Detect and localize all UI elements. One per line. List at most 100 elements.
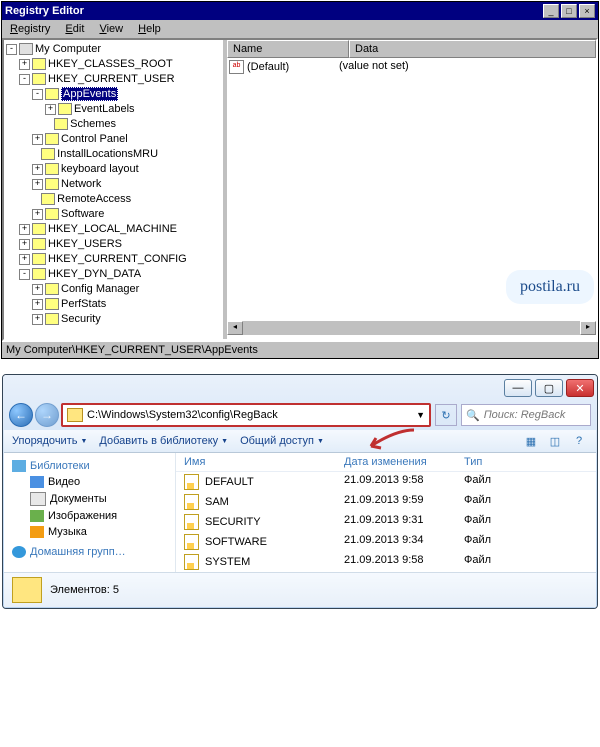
col-date[interactable]: Дата изменения xyxy=(344,456,464,468)
registry-tree[interactable]: -My Computer +HKEY_CLASSES_ROOT -HKEY_CU… xyxy=(4,40,223,339)
menu-edit[interactable]: Edit xyxy=(59,22,90,36)
tree-hklm[interactable]: HKEY_LOCAL_MACHINE xyxy=(48,223,177,235)
col-name[interactable]: Name xyxy=(227,40,349,58)
menu-registry[interactable]: Registry xyxy=(4,22,56,36)
nav-images[interactable]: Изображения xyxy=(12,508,167,524)
folder-icon xyxy=(32,253,46,265)
refresh-button[interactable]: ↻ xyxy=(435,404,457,426)
expand-icon[interactable]: + xyxy=(19,224,30,235)
file-row[interactable]: DEFAULT21.09.2013 9:58Файл xyxy=(176,472,596,492)
expand-icon[interactable]: + xyxy=(32,284,43,295)
collapse-icon[interactable]: - xyxy=(19,269,30,280)
file-icon xyxy=(184,554,199,570)
collapse-icon[interactable]: - xyxy=(19,74,30,85)
expand-icon[interactable]: + xyxy=(32,209,43,220)
expand-icon[interactable]: + xyxy=(19,239,30,250)
file-row[interactable]: SAM21.09.2013 9:59Файл xyxy=(176,492,596,512)
annotation-arrow xyxy=(366,428,416,452)
close-button[interactable]: × xyxy=(579,4,595,18)
file-row[interactable]: SYSTEM21.09.2013 9:58Файл xyxy=(176,552,596,572)
tree-eventlabels[interactable]: EventLabels xyxy=(74,103,135,115)
menu-help[interactable]: Help xyxy=(132,22,167,36)
nav-homegroup[interactable]: Домашняя групп… xyxy=(12,544,167,560)
minimize-button[interactable]: — xyxy=(504,379,532,397)
tree-root[interactable]: My Computer xyxy=(35,43,101,55)
search-box[interactable]: 🔍Поиск: RegBack xyxy=(461,404,591,426)
homegroup-icon xyxy=(12,546,26,558)
value-row[interactable]: ab(Default) (value not set) xyxy=(229,60,594,74)
nav-libraries[interactable]: Библиотеки xyxy=(12,458,167,474)
scroll-track[interactable] xyxy=(243,321,580,335)
folder-icon xyxy=(45,313,59,325)
file-row[interactable]: SECURITY21.09.2013 9:31Файл xyxy=(176,512,596,532)
col-type[interactable]: Тип xyxy=(464,456,596,468)
tree-hkdd[interactable]: HKEY_DYN_DATA xyxy=(48,268,141,280)
organize-button[interactable]: Упорядочить▼ xyxy=(12,435,87,447)
expand-icon[interactable]: + xyxy=(32,179,43,190)
dropdown-icon[interactable]: ▼ xyxy=(416,410,425,420)
nav-documents[interactable]: Документы xyxy=(12,490,167,508)
file-row[interactable]: SOFTWARE21.09.2013 9:34Файл xyxy=(176,532,596,552)
view-button[interactable]: ▦ xyxy=(522,433,540,449)
tree-installloc[interactable]: InstallLocationsMRU xyxy=(57,148,158,160)
collapse-icon[interactable]: - xyxy=(6,44,17,55)
tree-keyboard[interactable]: keyboard layout xyxy=(61,163,139,175)
scroll-right-icon[interactable]: ▸ xyxy=(580,321,596,335)
expand-icon[interactable]: + xyxy=(32,134,43,145)
expand-icon[interactable]: + xyxy=(19,254,30,265)
folder-icon xyxy=(32,223,46,235)
folder-icon xyxy=(12,577,42,603)
chevron-down-icon: ▼ xyxy=(221,438,228,445)
minimize-button[interactable]: _ xyxy=(543,4,559,18)
file-icon xyxy=(184,494,199,510)
explorer-window: — ▢ ✕ ← → C:\Windows\System32\config\Reg… xyxy=(2,374,598,609)
collapse-icon[interactable]: - xyxy=(32,89,43,100)
col-name[interactable]: Имя xyxy=(176,456,344,468)
tree-remote[interactable]: RemoteAccess xyxy=(57,193,131,205)
expand-icon[interactable]: + xyxy=(32,299,43,310)
nav-music[interactable]: Музыка xyxy=(12,524,167,540)
share-button[interactable]: Общий доступ▼ xyxy=(240,435,324,447)
expand-icon[interactable]: + xyxy=(45,104,56,115)
tree-security[interactable]: Security xyxy=(61,313,101,325)
menu-view[interactable]: View xyxy=(93,22,129,36)
back-button[interactable]: ← xyxy=(9,403,33,427)
tree-hku[interactable]: HKEY_USERS xyxy=(48,238,122,250)
forward-button[interactable]: → xyxy=(35,403,59,427)
nav-video[interactable]: Видео xyxy=(12,474,167,490)
string-value-icon: ab xyxy=(229,60,244,74)
tree-hkcr[interactable]: HKEY_CLASSES_ROOT xyxy=(48,58,173,70)
address-bar[interactable]: C:\Windows\System32\config\RegBack ▼ xyxy=(61,403,431,427)
nav-pane[interactable]: Библиотеки Видео Документы Изображения М… xyxy=(4,453,176,572)
tree-schemes[interactable]: Schemes xyxy=(70,118,116,130)
expand-icon[interactable]: + xyxy=(19,59,30,70)
libraries-icon xyxy=(12,460,26,472)
watermark: postila.ru xyxy=(506,270,594,304)
preview-pane-button[interactable]: ◫ xyxy=(546,433,564,449)
tree-hkcc[interactable]: HKEY_CURRENT_CONFIG xyxy=(48,253,187,265)
tree-network[interactable]: Network xyxy=(61,178,101,190)
folder-icon xyxy=(41,148,55,160)
col-data[interactable]: Data xyxy=(349,40,596,58)
maximize-button[interactable]: □ xyxy=(561,4,577,18)
tree-appevents-selected[interactable]: AppEvents xyxy=(61,87,118,101)
tree-hkcu[interactable]: HKEY_CURRENT_USER xyxy=(48,73,175,85)
tree-controlpanel[interactable]: Control Panel xyxy=(61,133,128,145)
statusbar: My Computer\HKEY_CURRENT_USER\AppEvents xyxy=(2,341,598,358)
explorer-titlebar[interactable]: — ▢ ✕ xyxy=(4,376,596,400)
expand-icon[interactable]: + xyxy=(32,314,43,325)
close-button[interactable]: ✕ xyxy=(566,379,594,397)
include-button[interactable]: Добавить в библиотеку▼ xyxy=(99,435,228,447)
folder-icon xyxy=(45,88,59,100)
tree-perfstats[interactable]: PerfStats xyxy=(61,298,106,310)
titlebar[interactable]: Registry Editor _ □ × xyxy=(2,2,598,20)
scroll-left-icon[interactable]: ◂ xyxy=(227,321,243,335)
maximize-button[interactable]: ▢ xyxy=(535,379,563,397)
folder-icon xyxy=(45,178,59,190)
tree-configmgr[interactable]: Config Manager xyxy=(61,283,139,295)
expand-icon[interactable]: + xyxy=(32,164,43,175)
h-scrollbar[interactable]: ◂ ▸ xyxy=(227,321,596,335)
tree-software[interactable]: Software xyxy=(61,208,104,220)
help-button[interactable]: ? xyxy=(570,433,588,449)
files-pane[interactable]: Имя Дата изменения Тип DEFAULT21.09.2013… xyxy=(176,453,596,572)
